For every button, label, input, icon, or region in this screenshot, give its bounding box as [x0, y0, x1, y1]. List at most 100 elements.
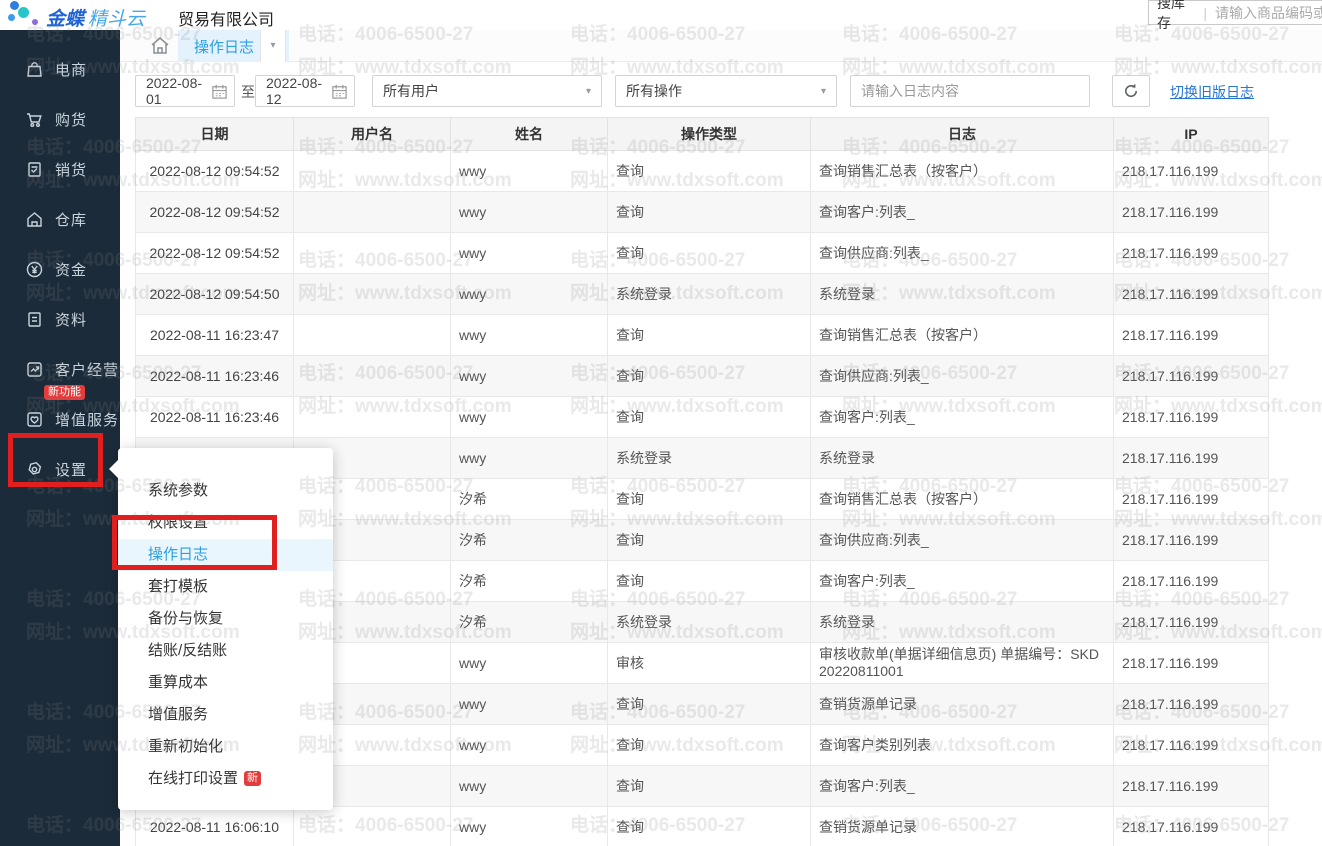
sidebar-item-资料[interactable]: 资料: [0, 294, 120, 344]
menu-item-操作日志[interactable]: 操作日志: [118, 539, 333, 571]
refresh-button[interactable]: [1112, 75, 1150, 107]
log-date-cell: 2022-08-12 09:54:52: [136, 151, 294, 192]
sidebar-item-label: 电商: [55, 59, 87, 80]
name-cell: wwy: [451, 315, 608, 356]
sidebar-item-仓库[interactable]: 仓库: [0, 194, 120, 244]
menu-item-套打模板[interactable]: 套打模板: [118, 571, 333, 603]
tab-list-caret-icon[interactable]: ▾: [260, 30, 286, 62]
tab-label: 操作日志: [194, 36, 254, 57]
username-cell: [294, 151, 451, 192]
sidebar-item-label: 资金: [55, 259, 87, 280]
calendar-icon[interactable]: [211, 83, 228, 100]
action-type-cell: 审核: [608, 643, 811, 684]
action-type-cell: 查询: [608, 766, 811, 807]
menu-item-在线打印设置[interactable]: 在线打印设置新: [118, 763, 333, 795]
column-header-日期: 日期: [136, 118, 294, 151]
date-to-value: 2022-08-12: [266, 75, 331, 107]
menu-item-结账/反结账[interactable]: 结账/反结账: [118, 635, 333, 667]
log-search-placeholder: 请输入日志内容: [861, 81, 959, 101]
sidebar-item-购货[interactable]: 购货: [0, 94, 120, 144]
ip-cell: 218.17.116.199: [1114, 520, 1269, 561]
log-text-cell: 查询销售汇总表（按客户）: [811, 151, 1114, 192]
log-text-cell: 查询客户:列表_: [811, 766, 1114, 807]
value-service-icon: [25, 410, 44, 429]
column-header-用户名: 用户名: [294, 118, 451, 151]
home-icon[interactable]: [148, 35, 172, 57]
app-logo: 金蝶 精斗云: [6, 0, 176, 30]
table-row: 2022-08-12 09:54:50wwy系统登录系统登录218.17.116…: [136, 274, 1269, 315]
stock-search-placeholder[interactable]: 请输入商品编码或: [1215, 3, 1322, 23]
stock-search-box[interactable]: 搜库存 | 请输入商品编码或: [1148, 0, 1322, 25]
action-type-cell: 查询: [608, 684, 811, 725]
menu-item-权限设置[interactable]: 权限设置: [118, 507, 333, 539]
log-text-cell: 审核收款单(单据详细信息页) 单据编号：SKD20220811001: [811, 643, 1114, 684]
sell-doc-icon: [25, 160, 44, 179]
column-header-IP: IP: [1114, 118, 1269, 151]
sidebar-item-label: 销货: [55, 159, 87, 180]
name-cell: 汐希: [451, 479, 608, 520]
date-from-value: 2022-08-01: [146, 75, 211, 107]
menu-item-系统参数[interactable]: 系统参数: [118, 475, 333, 507]
name-cell: wwy: [451, 766, 608, 807]
gear-icon: [25, 460, 44, 479]
date-to-input[interactable]: 2022-08-12: [255, 75, 355, 107]
ip-cell: 218.17.116.199: [1114, 766, 1269, 807]
action-filter-select[interactable]: 所有操作 ▾: [615, 75, 837, 107]
sidebar-item-增值服务[interactable]: 新功能增值服务: [0, 394, 120, 444]
menu-item-重算成本[interactable]: 重算成本: [118, 667, 333, 699]
ip-cell: 218.17.116.199: [1114, 356, 1269, 397]
table-row: 2022-08-11 16:23:46wwy查询查询客户:列表_218.17.1…: [136, 397, 1269, 438]
ip-cell: 218.17.116.199: [1114, 479, 1269, 520]
new-feature-badge: 新功能: [44, 385, 85, 400]
menu-item-增值服务[interactable]: 增值服务: [118, 699, 333, 731]
stock-search-label[interactable]: 搜库存: [1157, 0, 1195, 33]
sidebar-item-资金[interactable]: 资金: [0, 244, 120, 294]
log-text-cell: 查询供应商:列表_: [811, 233, 1114, 274]
sidebar-item-设置[interactable]: 设置: [0, 444, 120, 494]
sidebar-item-销货[interactable]: 销货: [0, 144, 120, 194]
log-text-cell: 查询客户:列表_: [811, 561, 1114, 602]
sidebar-item-label: 资料: [55, 309, 87, 330]
log-date-cell: 2022-08-11 16:23:46: [136, 397, 294, 438]
table-row: 2022-08-11 16:23:46wwy查询查询供应商:列表_218.17.…: [136, 356, 1269, 397]
sidebar-item-label: 购货: [55, 109, 87, 130]
sidebar-item-label: 客户经营: [55, 359, 119, 380]
warehouse-icon: [25, 210, 44, 229]
name-cell: wwy: [451, 397, 608, 438]
menu-item-label: 重新初始化: [148, 738, 223, 755]
sidebar-item-电商[interactable]: 电商: [0, 44, 120, 94]
menu-item-备份与恢复[interactable]: 备份与恢复: [118, 603, 333, 635]
action-filter-value: 所有操作: [626, 81, 682, 101]
switch-old-log-link[interactable]: 切换旧版日志: [1170, 82, 1254, 102]
page: 金蝶 精斗云 贸易有限公司 搜库存 | 请输入商品编码或 电商购货销货仓库资金资…: [0, 0, 1322, 846]
action-type-cell: 查询: [608, 520, 811, 561]
new-badge: 新: [244, 771, 261, 786]
username-cell: [294, 274, 451, 315]
log-content-search-input[interactable]: 请输入日志内容: [850, 75, 1090, 107]
date-from-input[interactable]: 2022-08-01: [135, 75, 235, 107]
menu-item-label: 结账/反结账: [148, 642, 227, 659]
menu-item-label: 增值服务: [148, 706, 208, 723]
bag-icon: [25, 60, 44, 79]
username-cell: [294, 315, 451, 356]
data-doc-icon: [25, 310, 44, 329]
user-filter-select[interactable]: 所有用户 ▾: [372, 75, 602, 107]
sidebar-item-label: 设置: [55, 459, 87, 480]
name-cell: wwy: [451, 274, 608, 315]
sidebar-item-label: 增值服务: [55, 409, 119, 430]
log-date-cell: 2022-08-11 16:23:47: [136, 315, 294, 356]
log-text-cell: 查询销售汇总表（按客户）: [811, 479, 1114, 520]
table-row: 2022-08-12 09:54:52wwy查询查询客户:列表_218.17.1…: [136, 192, 1269, 233]
ip-cell: 218.17.116.199: [1114, 192, 1269, 233]
menu-item-label: 套打模板: [148, 578, 208, 595]
log-text-cell: 查销货源单记录: [811, 684, 1114, 725]
menu-item-重新初始化[interactable]: 重新初始化: [118, 731, 333, 763]
calendar-icon[interactable]: [331, 83, 348, 100]
sidebar-item-label: 仓库: [55, 209, 87, 230]
action-type-cell: 查询: [608, 725, 811, 766]
column-header-日志: 日志: [811, 118, 1114, 151]
ip-cell: 218.17.116.199: [1114, 315, 1269, 356]
log-text-cell: 查销货源单记录: [811, 807, 1114, 846]
table-row: 2022-08-11 16:06:10wwy查询查销货源单记录218.17.11…: [136, 807, 1269, 846]
name-cell: wwy: [451, 438, 608, 479]
